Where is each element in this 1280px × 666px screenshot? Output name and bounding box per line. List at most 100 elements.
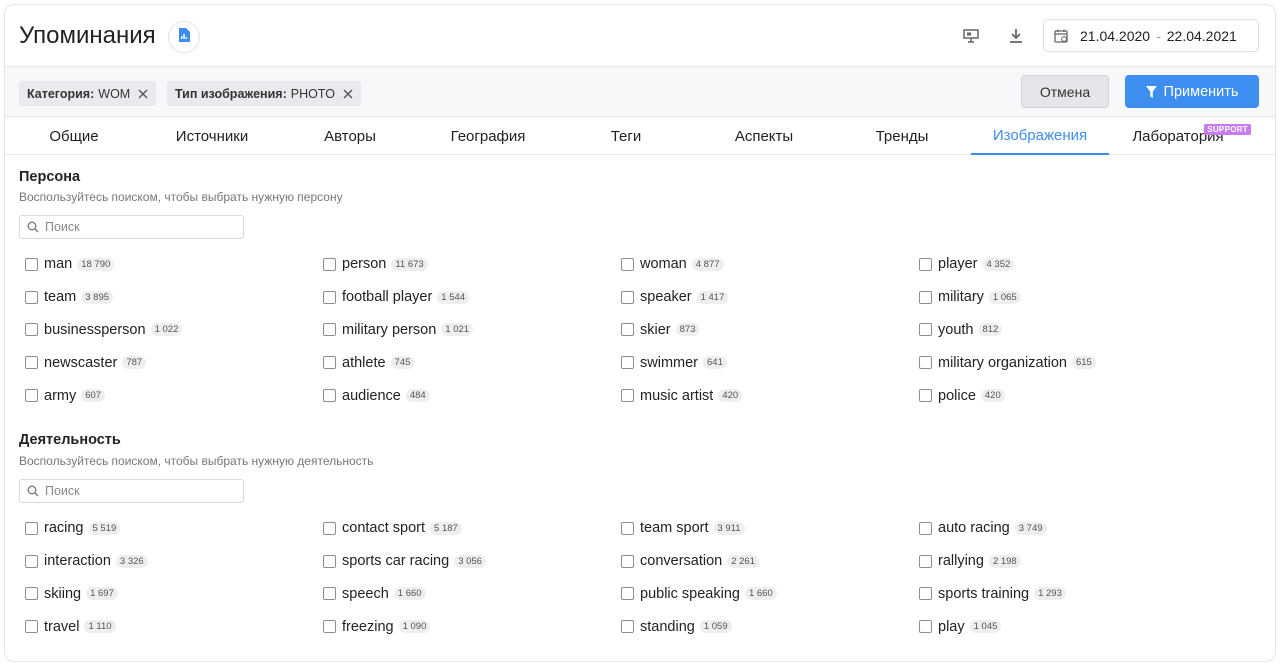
- checkbox[interactable]: [25, 389, 38, 403]
- checkbox-item[interactable]: sports training 1 293: [919, 578, 1217, 611]
- count-badge: 3 895: [81, 290, 114, 304]
- checkbox[interactable]: [919, 620, 932, 634]
- presentation-icon[interactable]: [960, 25, 982, 47]
- checkbox[interactable]: [323, 587, 336, 601]
- checkbox-item[interactable]: military person 1 021: [323, 314, 621, 347]
- checkbox-item[interactable]: police 420: [919, 379, 1217, 412]
- page-title: Упоминания: [19, 22, 156, 49]
- persona-search-input[interactable]: [45, 220, 235, 234]
- checkbox[interactable]: [323, 521, 336, 535]
- count-badge: 3 326: [115, 554, 148, 568]
- tab-general[interactable]: Общие: [5, 117, 143, 155]
- checkbox-item[interactable]: audience 484: [323, 379, 621, 412]
- activity-search-field[interactable]: [19, 479, 244, 503]
- checkbox-item[interactable]: man 18 790: [25, 248, 323, 281]
- tab-geography[interactable]: География: [419, 117, 557, 155]
- checkbox[interactable]: [25, 521, 38, 535]
- checkbox-item[interactable]: army 607: [25, 379, 323, 412]
- checkbox[interactable]: [919, 290, 932, 304]
- persona-search-field[interactable]: [19, 215, 244, 239]
- tab-trends[interactable]: Тренды: [833, 117, 971, 155]
- checkbox-item[interactable]: youth 812: [919, 314, 1217, 347]
- checkbox[interactable]: [25, 587, 38, 601]
- checkbox[interactable]: [621, 389, 634, 403]
- checkbox-item[interactable]: music artist 420: [621, 379, 919, 412]
- cancel-button[interactable]: Отмена: [1021, 75, 1109, 108]
- checkbox-item[interactable]: athlete 745: [323, 346, 621, 379]
- checkbox-item[interactable]: freezing 1 090: [323, 610, 621, 643]
- checkbox[interactable]: [919, 554, 932, 568]
- tab-sources[interactable]: Источники: [143, 117, 281, 155]
- checkbox-item[interactable]: conversation 2 261: [621, 545, 919, 578]
- checkbox-item[interactable]: player 4 352: [919, 248, 1217, 281]
- checkbox-item[interactable]: person 11 673: [323, 248, 621, 281]
- checkbox[interactable]: [621, 554, 634, 568]
- checkbox-item[interactable]: speaker 1 417: [621, 281, 919, 314]
- checkbox[interactable]: [621, 587, 634, 601]
- checkbox[interactable]: [323, 323, 336, 337]
- checkbox-item[interactable]: woman 4 877: [621, 248, 919, 281]
- checkbox[interactable]: [621, 257, 634, 271]
- checkbox[interactable]: [25, 554, 38, 568]
- checkbox-item[interactable]: team 3 895: [25, 281, 323, 314]
- checkbox[interactable]: [919, 587, 932, 601]
- checkbox[interactable]: [621, 521, 634, 535]
- checkbox[interactable]: [25, 257, 38, 271]
- checkbox-item[interactable]: swimmer 641: [621, 346, 919, 379]
- checkbox-item[interactable]: sports car racing 3 056: [323, 545, 621, 578]
- checkbox[interactable]: [323, 356, 336, 370]
- apply-button[interactable]: Применить: [1125, 75, 1259, 108]
- checkbox[interactable]: [621, 323, 634, 337]
- date-range-picker[interactable]: 21.04.2020 - 22.04.2021: [1043, 19, 1259, 52]
- checkbox-label: sports training: [938, 585, 1030, 602]
- checkbox-item[interactable]: team sport 3 911: [621, 512, 919, 545]
- tab-authors[interactable]: Авторы: [281, 117, 419, 155]
- checkbox-item[interactable]: interaction 3 326: [25, 545, 323, 578]
- checkbox[interactable]: [621, 356, 634, 370]
- count-badge: 1 660: [393, 587, 426, 601]
- close-icon[interactable]: [138, 89, 148, 99]
- checkbox-item[interactable]: military 1 065: [919, 281, 1217, 314]
- tab-laboratory[interactable]: Лаборатория SUPPORT: [1109, 117, 1251, 155]
- checkbox[interactable]: [323, 620, 336, 634]
- checkbox-item[interactable]: speech 1 660: [323, 578, 621, 611]
- checkbox-item[interactable]: newscaster 787: [25, 346, 323, 379]
- report-button[interactable]: [168, 21, 200, 53]
- checkbox[interactable]: [621, 290, 634, 304]
- checkbox[interactable]: [25, 290, 38, 304]
- checkbox[interactable]: [919, 257, 932, 271]
- tab-images[interactable]: Изображения: [971, 117, 1109, 155]
- checkbox[interactable]: [919, 323, 932, 337]
- checkbox-item[interactable]: play 1 045: [919, 610, 1217, 643]
- checkbox[interactable]: [323, 389, 336, 403]
- checkbox-item[interactable]: standing 1 059: [621, 610, 919, 643]
- checkbox-item[interactable]: skiing 1 697: [25, 578, 323, 611]
- checkbox[interactable]: [919, 356, 932, 370]
- checkbox[interactable]: [323, 554, 336, 568]
- checkbox-item[interactable]: military organization 615: [919, 346, 1217, 379]
- activity-search-input[interactable]: [45, 484, 235, 498]
- checkbox[interactable]: [919, 521, 932, 535]
- checkbox[interactable]: [323, 257, 336, 271]
- checkbox-label: army: [44, 387, 77, 404]
- checkbox-item[interactable]: football player 1 544: [323, 281, 621, 314]
- checkbox[interactable]: [25, 323, 38, 337]
- checkbox-item[interactable]: rallying 2 198: [919, 545, 1217, 578]
- checkbox-item[interactable]: skier 873: [621, 314, 919, 347]
- checkbox[interactable]: [919, 389, 932, 403]
- checkbox-item[interactable]: businessperson 1 022: [25, 314, 323, 347]
- checkbox-item[interactable]: racing 5 519: [25, 512, 323, 545]
- checkbox-item[interactable]: travel 1 110: [25, 610, 323, 643]
- checkbox-item[interactable]: contact sport 5 187: [323, 512, 621, 545]
- checkbox[interactable]: [25, 356, 38, 370]
- close-icon[interactable]: [343, 89, 353, 99]
- tab-aspects[interactable]: Аспекты: [695, 117, 833, 155]
- download-icon[interactable]: [1005, 25, 1027, 47]
- count-badge: 745: [390, 356, 415, 370]
- checkbox-item[interactable]: public speaking 1 660: [621, 578, 919, 611]
- checkbox[interactable]: [621, 620, 634, 634]
- tab-tags[interactable]: Теги: [557, 117, 695, 155]
- checkbox[interactable]: [323, 290, 336, 304]
- checkbox-item[interactable]: auto racing 3 749: [919, 512, 1217, 545]
- checkbox[interactable]: [25, 620, 38, 634]
